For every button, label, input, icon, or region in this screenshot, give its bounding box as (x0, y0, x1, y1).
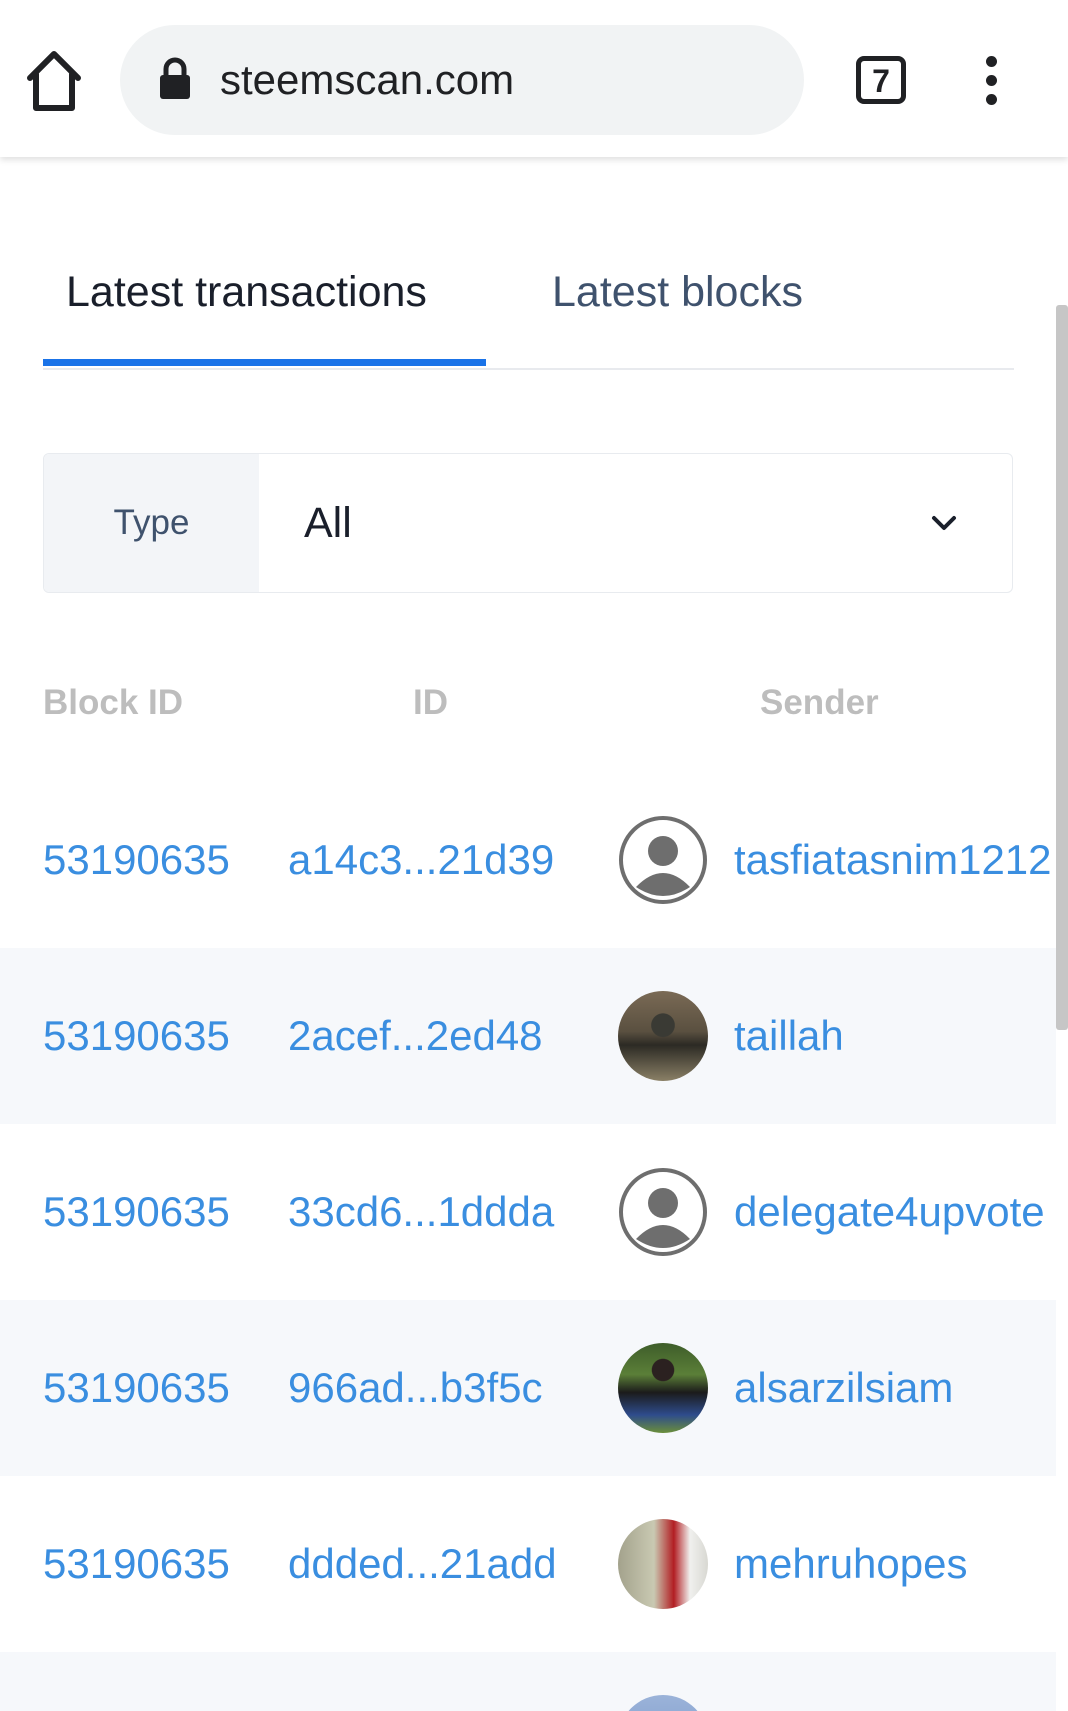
transaction-id-link[interactable]: 2acef...2ed48 (288, 948, 543, 1124)
transaction-id-link[interactable]: a14c3...21d39 (288, 772, 554, 948)
table-row: 53190635 ddded...21add mehruhopes (0, 1476, 1056, 1652)
column-header-id: ID (413, 683, 448, 722)
lock-icon (160, 57, 190, 99)
type-filter: Type All (43, 453, 1013, 593)
sender-link[interactable]: taillah (734, 948, 844, 1124)
default-avatar-icon[interactable] (618, 1167, 708, 1257)
block-id-link[interactable]: 53190635 (43, 1476, 230, 1652)
block-id-link[interactable]: 53190635 (43, 1300, 230, 1476)
sender-link[interactable]: delegate4upvote (734, 1124, 1045, 1300)
user-avatar[interactable] (618, 991, 708, 1081)
transaction-id-link[interactable]: 33cd6...1ddda (288, 1124, 554, 1300)
default-avatar-icon[interactable] (618, 815, 708, 905)
block-id-link[interactable]: 53190635 (43, 1124, 230, 1300)
user-avatar[interactable] (618, 1343, 708, 1433)
transaction-id-link[interactable]: ddded...21add (288, 1476, 557, 1652)
page-scrollbar[interactable] (1056, 305, 1068, 1030)
user-avatar[interactable] (618, 1695, 708, 1711)
table-row-partial (0, 1652, 1056, 1711)
transaction-id-link[interactable]: 966ad...b3f5c (288, 1300, 543, 1476)
sender-link[interactable]: tasfiatasnim1212 (734, 772, 1052, 948)
tabs-divider (43, 368, 1014, 370)
browser-toolbar: steemscan.com 7 (0, 0, 1068, 157)
tab-latest-transactions[interactable]: Latest transactions (66, 262, 427, 322)
sender-link[interactable]: alsarzilsiam (734, 1300, 953, 1476)
type-filter-label: Type (44, 454, 259, 592)
table-row: 53190635 966ad...b3f5c alsarzilsiam (0, 1300, 1056, 1476)
table-row: 53190635 a14c3...21d39 tasfiatasnim1212 (0, 772, 1056, 948)
url-text: steemscan.com (220, 56, 515, 103)
table-row: 53190635 2acef...2ed48 taillah (0, 948, 1056, 1124)
type-select[interactable]: All (304, 454, 352, 592)
chevron-down-icon[interactable] (929, 510, 959, 536)
column-header-block-id: Block ID (43, 683, 184, 722)
more-options-icon[interactable] (980, 56, 1002, 106)
tab-latest-blocks[interactable]: Latest blocks (552, 262, 803, 322)
active-tab-indicator (43, 359, 486, 366)
column-header-sender: Sender (760, 683, 879, 722)
table-row: 53190635 33cd6...1ddda delegate4upvote (0, 1124, 1056, 1300)
sender-link[interactable]: mehruhopes (734, 1476, 967, 1652)
address-bar[interactable]: steemscan.com (120, 25, 804, 135)
block-id-link[interactable]: 53190635 (43, 948, 230, 1124)
user-avatar[interactable] (618, 1519, 708, 1609)
home-icon[interactable] (24, 46, 84, 114)
tab-switcher-button[interactable]: 7 (856, 56, 906, 104)
block-id-link[interactable]: 53190635 (43, 772, 230, 948)
